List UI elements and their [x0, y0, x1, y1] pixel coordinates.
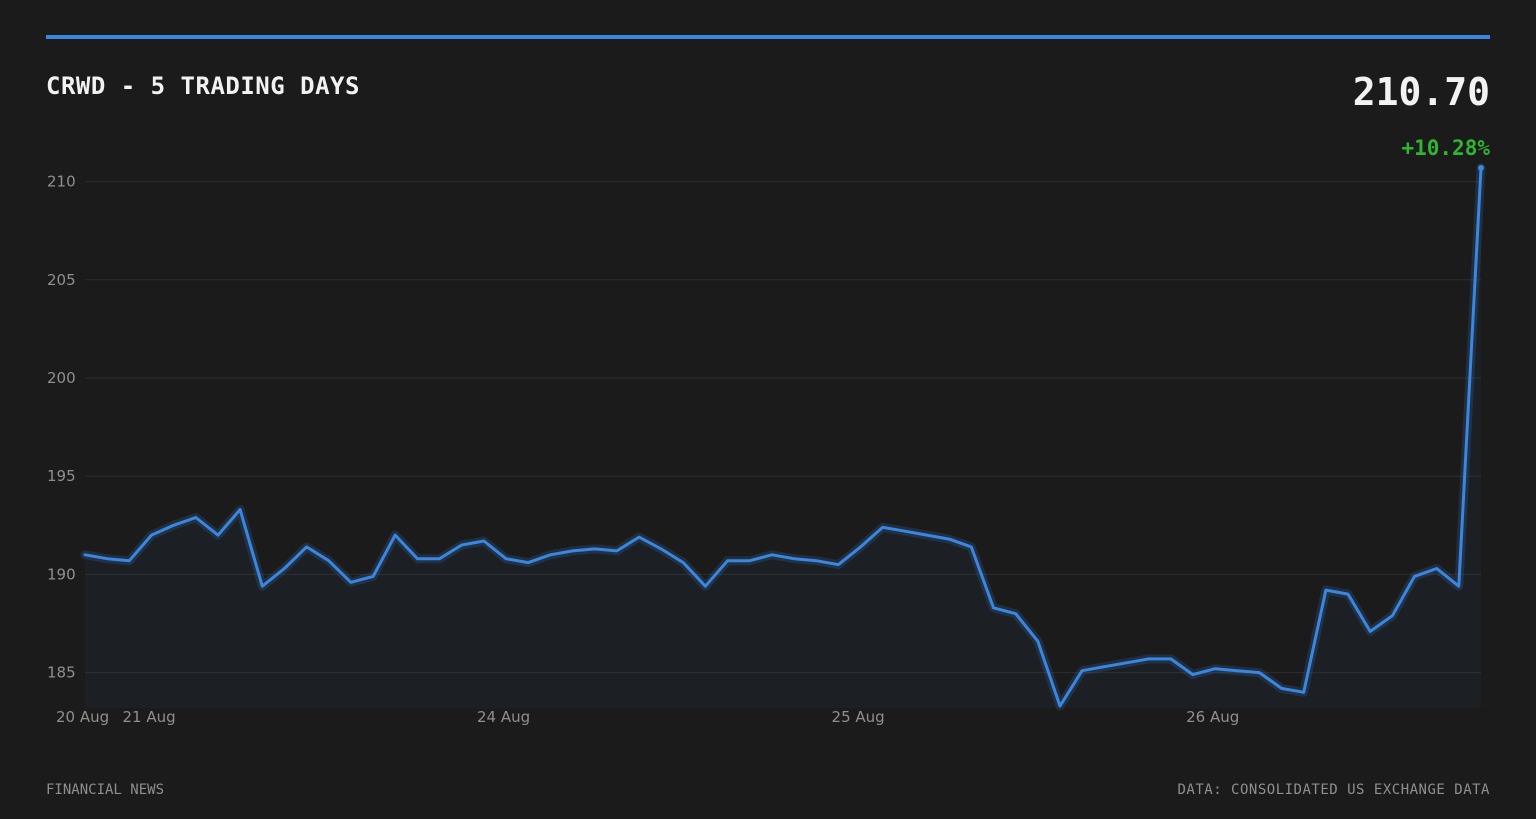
price-area-fill	[85, 167, 1481, 709]
x-tick-label: 25 Aug	[832, 708, 885, 726]
x-axis-ticks: 20 Aug 21 Aug 24 Aug 25 Aug 26 Aug	[56, 708, 1239, 726]
y-tick-label: 210	[47, 173, 76, 191]
price-line-chart: 185 190 195 200 205 210 20 Aug 21 Aug 24 Aug 25 …	[47, 163, 1486, 726]
y-tick-label: 195	[47, 467, 76, 485]
x-tick-label: 20 Aug	[56, 708, 109, 726]
x-tick-label: 21 Aug	[122, 708, 175, 726]
y-tick-label: 185	[47, 664, 76, 682]
x-tick-label: 24 Aug	[477, 708, 530, 726]
y-axis-ticks: 185 190 195 200 205 210	[47, 173, 76, 682]
x-tick-label: 26 Aug	[1186, 708, 1239, 726]
y-tick-label: 205	[47, 271, 76, 289]
last-price-marker	[1478, 164, 1484, 171]
y-tick-label: 190	[47, 565, 76, 583]
y-tick-label: 200	[47, 369, 76, 387]
footer-source-left: FINANCIAL NEWS	[46, 782, 165, 798]
footer-source-right: DATA: CONSOLIDATED US EXCHANGE DATA	[1177, 782, 1490, 798]
